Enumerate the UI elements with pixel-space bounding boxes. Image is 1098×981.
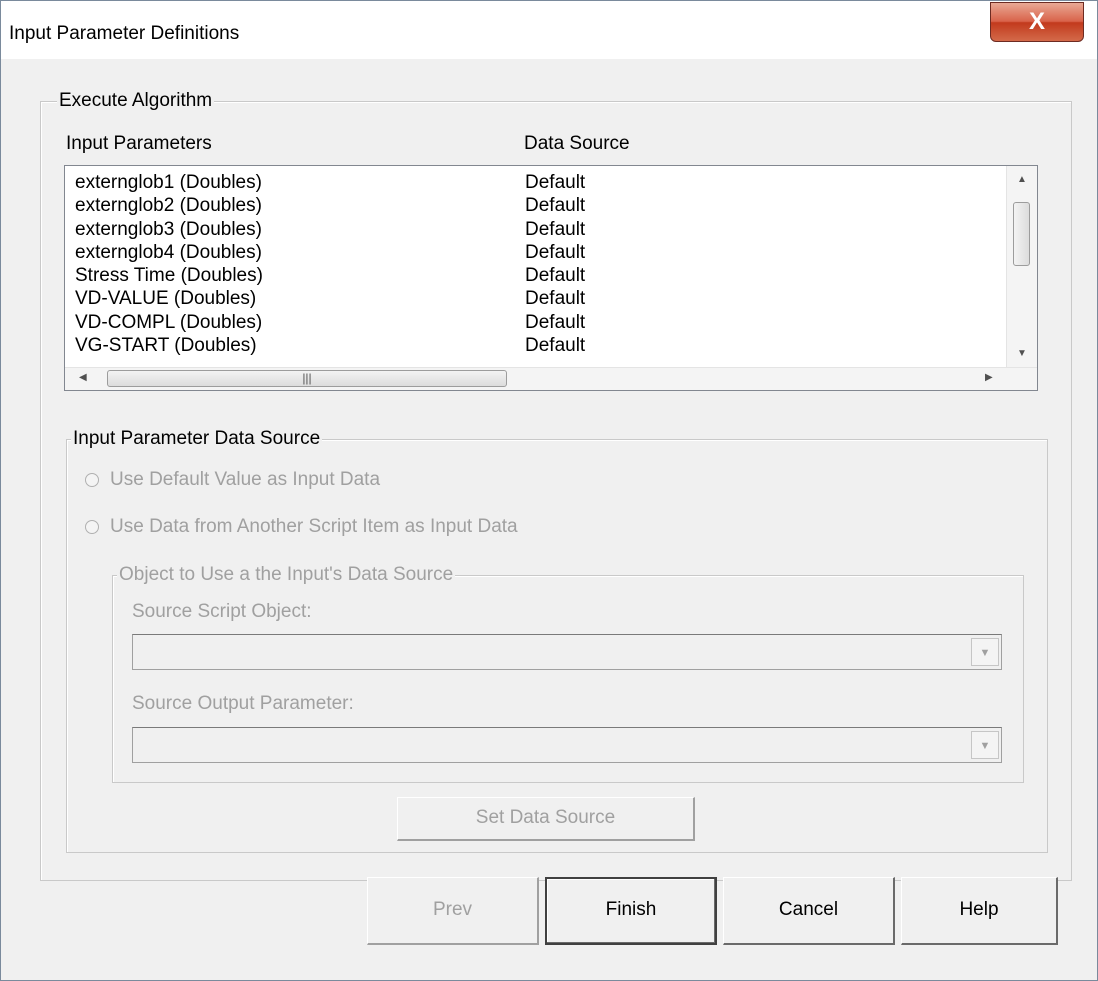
scroll-up-icon[interactable]: ▲: [1017, 174, 1027, 185]
title-bar: Input Parameter Definitions X: [1, 1, 1097, 59]
source-script-object-label: Source Script Object:: [132, 601, 312, 622]
parameter-rows: externglob1 (Doubles) Default externglob2…: [65, 171, 1007, 357]
parameter-name: externglob3 (Doubles): [75, 218, 262, 240]
dialog-body: Execute Algorithm Input Parameters Data …: [9, 59, 1089, 972]
parameter-source: Default: [525, 335, 586, 357]
parameter-name: VD-VALUE (Doubles): [75, 288, 257, 310]
horizontal-scroll-thumb[interactable]: |||: [107, 370, 507, 387]
parameter-name: VD-COMPL (Doubles): [75, 311, 263, 333]
finish-button[interactable]: Finish: [545, 877, 717, 945]
help-button[interactable]: Help: [901, 877, 1058, 945]
parameter-source: Default: [525, 288, 586, 310]
default-value-radio-label: Use Default Value as Input Data: [110, 469, 381, 490]
script-item-radio-label: Use Data from Another Script Item as Inp…: [110, 516, 518, 537]
parameter-name: externglob1 (Doubles): [75, 172, 262, 193]
close-button[interactable]: X: [990, 2, 1084, 42]
source-output-parameter-select[interactable]: ▼: [132, 727, 1002, 763]
chevron-down-icon[interactable]: ▼: [971, 731, 999, 759]
parameter-name: VG-START (Doubles): [75, 335, 257, 357]
vertical-scroll-thumb[interactable]: [1013, 202, 1030, 266]
input-parameters-header: Input Parameters: [66, 133, 212, 154]
parameter-source: Default: [525, 265, 586, 287]
prev-button[interactable]: Prev: [367, 877, 539, 945]
chevron-down-icon[interactable]: ▼: [971, 638, 999, 666]
input-parameters-list[interactable]: externglob1 (Doubles) Default externglob2…: [64, 165, 1038, 391]
parameter-name: externglob2 (Doubles): [75, 195, 262, 217]
list-item[interactable]: Stress Time (Doubles) Default: [65, 264, 1007, 287]
vertical-scrollbar[interactable]: ▲ ▼: [1006, 166, 1037, 370]
set-data-source-button[interactable]: Set Data Source: [397, 797, 695, 841]
script-item-radio[interactable]: [85, 520, 99, 534]
parameter-source: Default: [525, 241, 586, 263]
cancel-button[interactable]: Cancel: [723, 877, 895, 945]
execute-algorithm-legend: Execute Algorithm: [57, 90, 215, 112]
parameter-name: externglob4 (Doubles): [75, 241, 262, 263]
dialog-window: Input Parameter Definitions X Execute Al…: [0, 0, 1098, 981]
parameter-source: Default: [525, 195, 586, 217]
scroll-right-icon[interactable]: ▶: [985, 372, 993, 383]
source-output-parameter-label: Source Output Parameter:: [132, 693, 354, 714]
list-item[interactable]: externglob1 (Doubles) Default: [65, 171, 1007, 194]
parameter-source: Default: [525, 311, 586, 333]
scroll-left-icon[interactable]: ◀: [79, 372, 87, 383]
list-item[interactable]: externglob2 (Doubles) Default: [65, 194, 1007, 217]
list-item[interactable]: VD-VALUE (Doubles) Default: [65, 287, 1007, 310]
list-item[interactable]: externglob3 (Doubles) Default: [65, 218, 1007, 241]
data-source-legend: Input Parameter Data Source: [71, 428, 323, 450]
parameter-source: Default: [525, 172, 586, 193]
list-item[interactable]: externglob4 (Doubles) Default: [65, 241, 1007, 264]
object-source-legend: Object to Use a the Input's Data Source: [117, 564, 456, 586]
close-icon: X: [1028, 8, 1045, 35]
list-item[interactable]: VD-COMPL (Doubles) Default: [65, 311, 1007, 334]
window-title: Input Parameter Definitions: [9, 23, 240, 44]
list-item[interactable]: VG-START (Doubles) Default: [65, 334, 1007, 357]
source-script-object-select[interactable]: ▼: [132, 634, 1002, 670]
parameter-name: Stress Time (Doubles): [75, 265, 263, 287]
scroll-down-icon[interactable]: ▼: [1017, 348, 1027, 359]
default-value-radio[interactable]: [85, 473, 99, 487]
horizontal-scrollbar[interactable]: ◀ ||| ▶: [65, 367, 1037, 390]
parameter-source: Default: [525, 218, 586, 240]
data-source-header: Data Source: [524, 133, 630, 154]
